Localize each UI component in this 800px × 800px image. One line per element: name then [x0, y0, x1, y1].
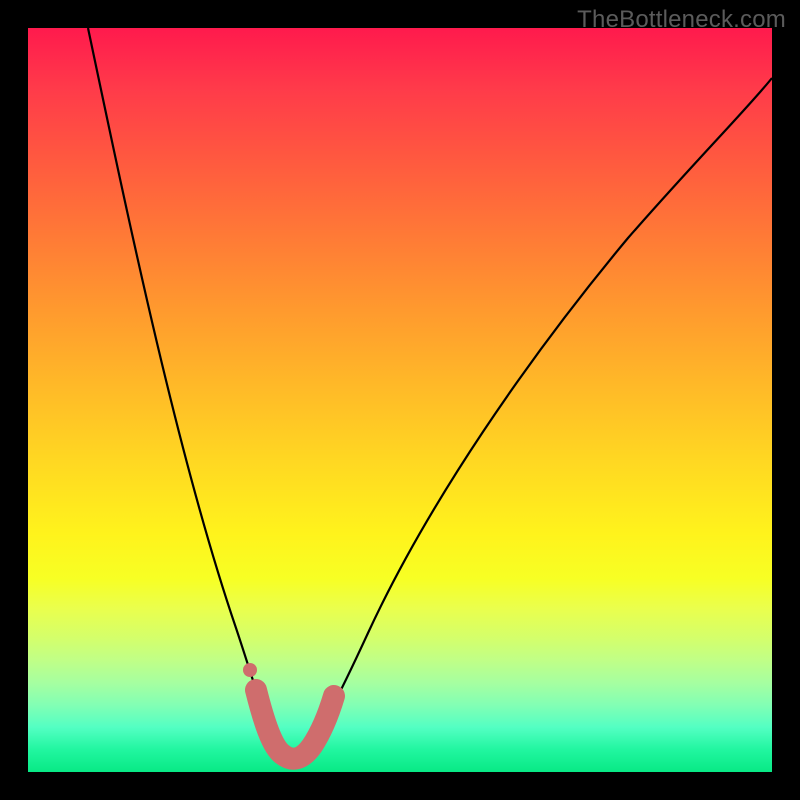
optimal-region-band — [256, 690, 334, 759]
bottleneck-chart — [28, 28, 772, 772]
indicator-dot — [243, 663, 257, 677]
watermark-text: TheBottleneck.com — [577, 6, 786, 34]
chart-frame — [28, 28, 772, 772]
bottleneck-curve-line — [88, 28, 772, 756]
